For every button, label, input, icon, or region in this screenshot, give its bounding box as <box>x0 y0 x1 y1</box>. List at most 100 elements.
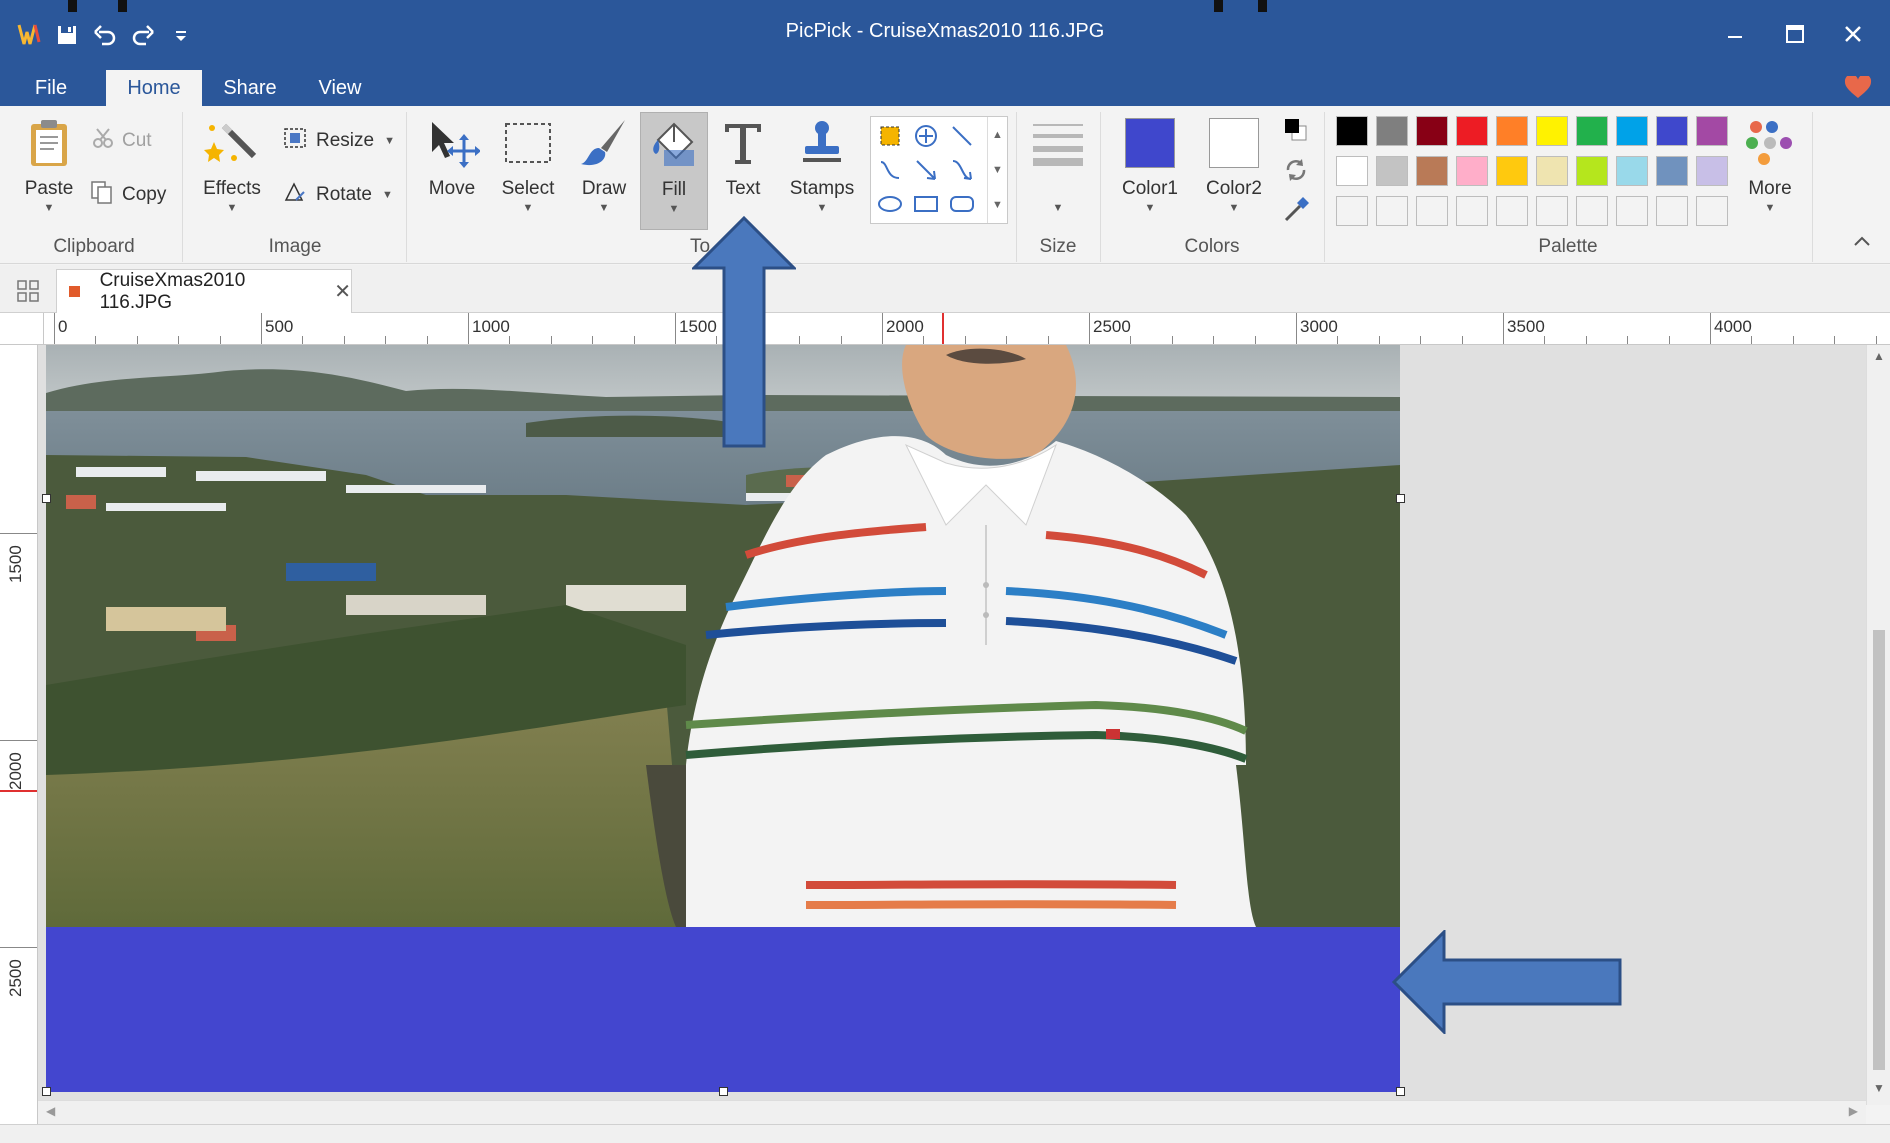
palette-swatch[interactable] <box>1536 196 1568 226</box>
scroll-left-icon[interactable]: ◀ <box>46 1104 55 1118</box>
cut-button[interactable]: Cut <box>92 124 152 158</box>
ellipse-shape-icon[interactable] <box>873 187 907 221</box>
size-button[interactable]: ▼ <box>1024 112 1092 230</box>
rect-select-shape-icon[interactable] <box>873 119 907 153</box>
palette-swatch[interactable] <box>1656 196 1688 226</box>
tab-home[interactable]: Home <box>106 70 202 106</box>
effects-button[interactable]: Effects ▼ <box>196 112 268 230</box>
collapse-ribbon-icon[interactable] <box>1852 234 1872 253</box>
default-colors-icon[interactable] <box>1282 116 1310 149</box>
palette-swatch[interactable] <box>1616 116 1648 146</box>
scroll-right-icon[interactable]: ▶ <box>1849 1104 1858 1118</box>
title-bar: PicPick - CruiseXmas2010 116.JPG <box>0 0 1890 70</box>
palette-swatch[interactable] <box>1376 156 1408 186</box>
line-shape-icon[interactable] <box>945 119 979 153</box>
ruler-minor-tick <box>302 336 304 344</box>
shapes-gallery[interactable]: ▲ ▼ ▼ <box>870 116 1008 224</box>
rotate-button[interactable]: Rotate ▼ <box>282 178 393 212</box>
fill-button[interactable]: Fill ▼ <box>640 112 708 230</box>
palette-swatch[interactable] <box>1336 196 1368 226</box>
move-button[interactable]: Move <box>418 112 486 230</box>
swap-colors-icon[interactable] <box>1282 156 1310 189</box>
palette-swatch[interactable] <box>1376 196 1408 226</box>
chevron-down-icon: ▼ <box>226 202 238 214</box>
crosshair-shape-icon[interactable] <box>909 119 943 153</box>
curve-shape-icon[interactable] <box>873 153 907 187</box>
ruler-minor-tick <box>1461 336 1463 344</box>
scroll-down-icon[interactable]: ▼ <box>1873 1081 1885 1095</box>
color-picker-icon[interactable] <box>1282 194 1310 229</box>
palette-swatch[interactable] <box>1656 156 1688 186</box>
text-button[interactable]: Text <box>710 112 776 230</box>
palette-swatch[interactable] <box>1496 156 1528 186</box>
more-colors-button[interactable]: More ▼ <box>1734 112 1806 230</box>
tab-view[interactable]: View <box>300 70 380 106</box>
palette-swatch[interactable] <box>1616 196 1648 226</box>
ruler-tick <box>261 313 262 344</box>
resize-handle[interactable] <box>42 494 51 503</box>
ruler-label: 3000 <box>1300 317 1338 336</box>
palette-swatch[interactable] <box>1576 196 1608 226</box>
heart-icon[interactable] <box>1844 74 1872 105</box>
palette-swatch[interactable] <box>1496 196 1528 226</box>
palette-swatch[interactable] <box>1336 156 1368 186</box>
palette-swatch[interactable] <box>1496 116 1528 146</box>
gallery-scroll[interactable]: ▲ ▼ ▼ <box>987 117 1007 223</box>
palette-dots-icon <box>1744 112 1796 174</box>
ruler-minor-tick <box>1751 336 1753 344</box>
expand-gallery-icon[interactable]: ▼ <box>988 187 1007 222</box>
palette-swatch[interactable] <box>1336 116 1368 146</box>
palette-swatch[interactable] <box>1696 156 1728 186</box>
palette-swatch[interactable] <box>1416 116 1448 146</box>
resize-handle[interactable] <box>719 1087 728 1096</box>
resize-button[interactable]: Resize ▼ <box>282 124 395 158</box>
color1-button[interactable]: Color1 ▼ <box>1112 112 1188 230</box>
maximize-icon[interactable] <box>1768 14 1822 54</box>
palette-swatch[interactable] <box>1576 156 1608 186</box>
arrow-shape-icon[interactable] <box>909 153 943 187</box>
minimize-icon[interactable] <box>1708 14 1762 54</box>
draw-button[interactable]: Draw ▼ <box>570 112 638 230</box>
palette-swatch[interactable] <box>1456 196 1488 226</box>
resize-handle[interactable] <box>1396 494 1405 503</box>
palette-swatch[interactable] <box>1536 156 1568 186</box>
rounded-rectangle-shape-icon[interactable] <box>945 187 979 221</box>
palette-swatch[interactable] <box>1536 116 1568 146</box>
scroll-up-icon[interactable]: ▲ <box>1873 349 1885 363</box>
palette-swatch[interactable] <box>1376 116 1408 146</box>
ruler-minor-tick <box>923 336 925 344</box>
palette-swatch[interactable] <box>1656 116 1688 146</box>
scroll-thumb[interactable] <box>1873 630 1885 1070</box>
stamps-button[interactable]: Stamps ▼ <box>782 112 862 230</box>
copy-button[interactable]: Copy <box>90 178 166 212</box>
grid-view-icon[interactable] <box>16 279 40 308</box>
chevron-down-icon: ▼ <box>816 202 828 214</box>
text-t-icon <box>721 112 765 174</box>
tab-file[interactable]: File <box>10 70 92 106</box>
palette-swatch[interactable] <box>1416 196 1448 226</box>
select-button[interactable]: Select ▼ <box>494 112 562 230</box>
tab-share[interactable]: Share <box>210 70 290 106</box>
color2-button[interactable]: Color2 ▼ <box>1196 112 1272 230</box>
palette-swatch[interactable] <box>1696 196 1728 226</box>
vertical-scrollbar[interactable]: ▲ ▼ <box>1866 345 1890 1105</box>
resize-handle[interactable] <box>42 1087 51 1096</box>
palette-swatch[interactable] <box>1576 116 1608 146</box>
palette-swatch[interactable] <box>1456 156 1488 186</box>
ruler-minor-tick <box>1378 336 1380 344</box>
ruler-minor-tick <box>426 336 428 344</box>
scroll-down-icon[interactable]: ▼ <box>988 152 1007 187</box>
scroll-up-icon[interactable]: ▲ <box>988 117 1007 152</box>
palette-swatch[interactable] <box>1696 116 1728 146</box>
curved-arrow-shape-icon[interactable] <box>945 153 979 187</box>
palette-swatch[interactable] <box>1456 116 1488 146</box>
horizontal-scrollbar[interactable]: ◀ ▶ <box>38 1100 1866 1124</box>
resize-handle[interactable] <box>1396 1087 1405 1096</box>
paste-button[interactable]: Paste ▼ <box>14 112 84 230</box>
document-tab[interactable]: CruiseXmas2010 116.JPG ✕ <box>56 269 352 313</box>
rectangle-shape-icon[interactable] <box>909 187 943 221</box>
palette-swatch[interactable] <box>1416 156 1448 186</box>
close-icon[interactable] <box>1826 14 1880 54</box>
palette-swatch[interactable] <box>1616 156 1648 186</box>
close-tab-icon[interactable]: ✕ <box>334 279 351 304</box>
